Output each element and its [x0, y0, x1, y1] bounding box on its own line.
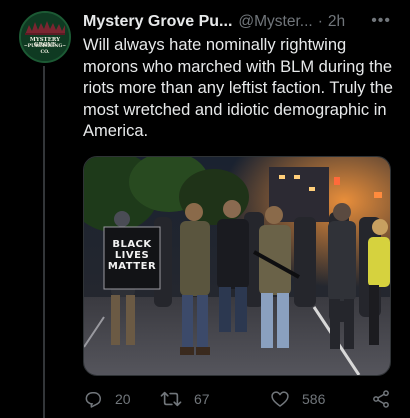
like-count: 586	[302, 391, 326, 407]
share-button[interactable]	[371, 387, 391, 411]
retweet-icon	[160, 391, 182, 407]
timestamp[interactable]: 2h	[328, 13, 345, 31]
thread-line	[43, 66, 45, 418]
sign-text: BLACK LIVES MATTER	[104, 239, 160, 272]
tweet-actions: 20 67 586	[83, 387, 401, 411]
avatar-text-line-2: ~PUBLISHING~	[23, 44, 67, 49]
heart-icon	[271, 391, 289, 407]
share-icon	[373, 390, 389, 408]
retweet-count: 67	[194, 391, 210, 407]
avatar-text-line-3: CO.	[40, 50, 50, 55]
reply-count: 20	[115, 391, 131, 407]
sign-line-1: BLACK	[112, 239, 152, 250]
like-button[interactable]: 586	[270, 387, 325, 411]
retweet-button[interactable]: 67	[160, 387, 210, 411]
more-horizontal-icon[interactable]: •••	[371, 12, 391, 30]
tweet[interactable]: MYSTERY GROVE ~PUBLISHING~ CO. Mystery G…	[0, 0, 410, 418]
display-name[interactable]: Mystery Grove Pu...	[83, 13, 232, 31]
tweet-header: Mystery Grove Pu... @Myster... · 2h •••	[83, 12, 401, 32]
tweet-media[interactable]: BLACK LIVES MATTER	[83, 156, 391, 376]
avatar[interactable]: MYSTERY GROVE ~PUBLISHING~ CO.	[19, 11, 71, 63]
sign-line-2: LIVES	[114, 250, 150, 261]
tweet-text: Will always hate nominally rightwing mor…	[83, 36, 393, 140]
separator-dot: ·	[317, 13, 323, 30]
reply-button[interactable]: 20	[83, 387, 131, 411]
reply-icon	[85, 392, 101, 408]
sign-line-3: MATTER	[107, 261, 157, 272]
handle[interactable]: @Myster...	[238, 13, 312, 31]
